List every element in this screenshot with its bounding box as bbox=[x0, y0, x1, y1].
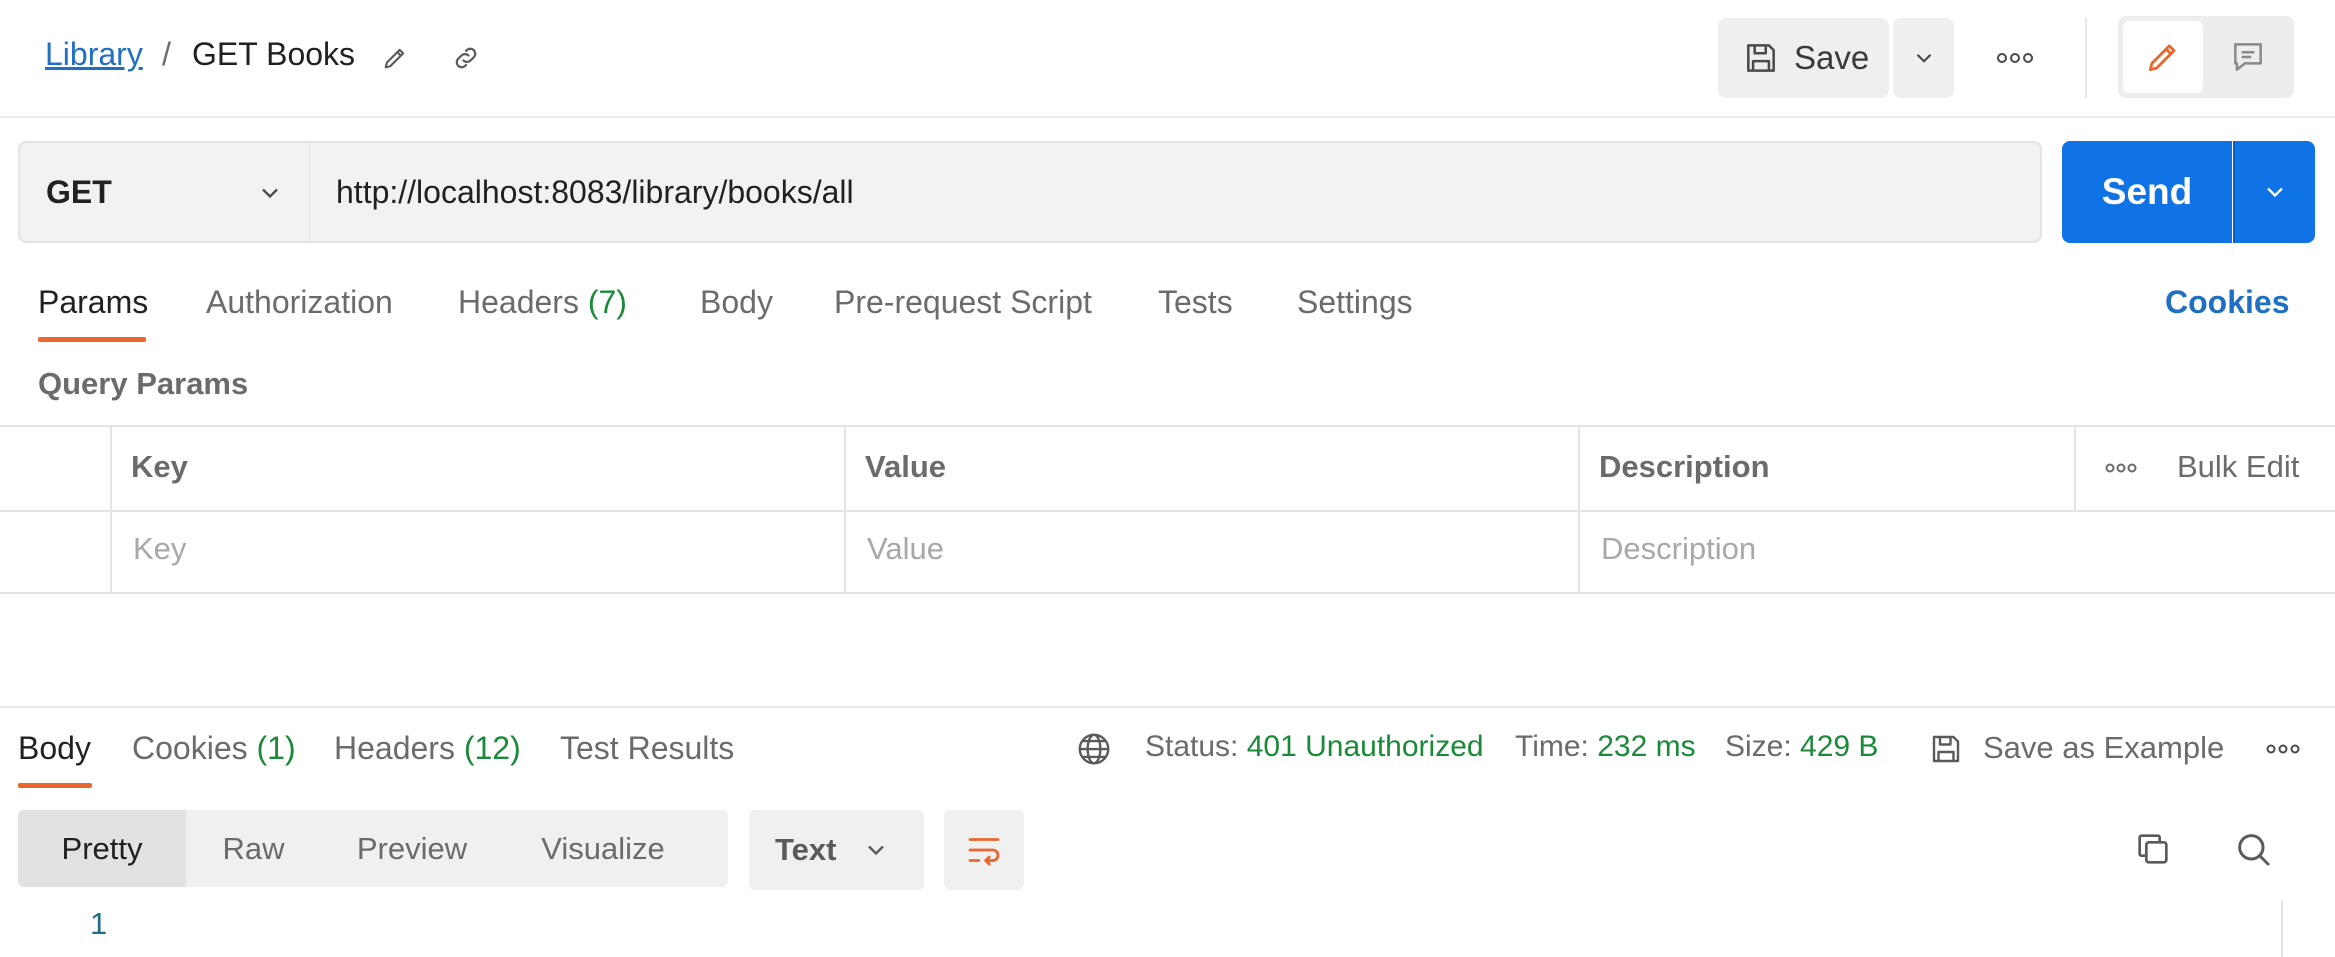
view-preview[interactable]: Preview bbox=[321, 810, 503, 887]
copy-icon bbox=[2138, 834, 2168, 864]
request-header: Library / GET Books Save bbox=[0, 0, 2335, 118]
wrap-lines-icon bbox=[968, 838, 1000, 866]
response-tab-cookies[interactable]: Cookies (1) bbox=[132, 730, 296, 767]
bulk-edit-link[interactable]: Bulk Edit bbox=[2177, 449, 2299, 485]
save-button[interactable]: Save bbox=[1718, 18, 1889, 98]
view-visualize[interactable]: Visualize bbox=[503, 810, 703, 887]
time-label: Time: bbox=[1515, 730, 1589, 763]
view-raw[interactable]: Raw bbox=[186, 810, 321, 887]
response-format-select[interactable]: Text bbox=[749, 810, 924, 890]
response-time: Time: 232 ms bbox=[1515, 730, 1696, 764]
save-example-icon[interactable] bbox=[1925, 728, 1967, 770]
edit-mode-icon bbox=[2148, 44, 2176, 72]
tab-authorization[interactable]: Authorization bbox=[206, 284, 393, 321]
table-column-divider bbox=[844, 427, 846, 594]
chevron-down-icon bbox=[2267, 187, 2283, 198]
search-response-button[interactable] bbox=[2230, 826, 2276, 872]
more-icon bbox=[1997, 53, 2033, 63]
table-column-divider bbox=[2074, 427, 2076, 510]
link-icon[interactable] bbox=[446, 38, 486, 78]
size-label: Size: bbox=[1725, 730, 1792, 763]
view-pretty[interactable]: Pretty bbox=[18, 810, 186, 887]
copy-response-button[interactable] bbox=[2130, 826, 2176, 872]
response-size: Size: 429 B bbox=[1725, 730, 1878, 764]
status-label: Status: bbox=[1145, 730, 1239, 763]
query-params-table: Key Value Description Bulk Edit Key Valu… bbox=[0, 425, 2335, 594]
line-number: 1 bbox=[90, 906, 108, 941]
table-row-divider bbox=[0, 510, 2335, 512]
column-options-button[interactable] bbox=[2100, 453, 2142, 483]
response-tab-headers-label: Headers bbox=[334, 730, 455, 766]
tab-params[interactable]: Params bbox=[38, 284, 148, 321]
editor-scrollbar-edge bbox=[2281, 900, 2283, 957]
tab-tests[interactable]: Tests bbox=[1158, 284, 1233, 321]
request-name[interactable]: GET Books bbox=[192, 36, 355, 73]
column-header-description: Description bbox=[1599, 449, 1770, 484]
network-globe-icon[interactable] bbox=[1073, 728, 1115, 770]
size-value[interactable]: 429 B bbox=[1800, 730, 1878, 763]
active-tab-indicator bbox=[38, 337, 146, 342]
send-label: Send bbox=[2101, 171, 2193, 212]
http-method-select[interactable]: GET bbox=[18, 141, 310, 243]
tab-headers-label: Headers bbox=[458, 284, 579, 320]
param-key-input[interactable]: Key bbox=[133, 531, 186, 567]
url-input[interactable]: http://localhost:8083/library/books/all bbox=[310, 141, 2042, 243]
more-icon bbox=[2266, 744, 2300, 754]
response-more-button[interactable] bbox=[2262, 736, 2304, 762]
time-value[interactable]: 232 ms bbox=[1597, 730, 1695, 763]
headers-count-badge: (7) bbox=[587, 284, 627, 320]
save-label: Save bbox=[1794, 39, 1870, 76]
response-divider bbox=[0, 706, 2335, 708]
breadcrumb-separator: / bbox=[162, 36, 171, 72]
column-header-key: Key bbox=[131, 449, 188, 484]
response-tab-body[interactable]: Body bbox=[18, 730, 91, 767]
word-wrap-button[interactable] bbox=[944, 810, 1024, 890]
chevron-down-icon bbox=[868, 845, 885, 856]
response-tab-test-results[interactable]: Test Results bbox=[560, 730, 734, 767]
tab-settings[interactable]: Settings bbox=[1297, 284, 1413, 321]
more-icon bbox=[2105, 463, 2137, 473]
search-icon bbox=[2238, 834, 2270, 866]
tab-headers[interactable]: Headers (7) bbox=[458, 284, 627, 321]
breadcrumb-collection-link[interactable]: Library bbox=[45, 36, 143, 73]
response-tab-cookies-label: Cookies bbox=[132, 730, 248, 766]
url-value: http://localhost:8083/library/books/all bbox=[336, 173, 854, 210]
query-params-heading: Query Params bbox=[38, 366, 249, 401]
response-tab-headers[interactable]: Headers (12) bbox=[334, 730, 521, 767]
http-method-value: GET bbox=[46, 173, 112, 210]
cookies-count-badge: (1) bbox=[256, 730, 296, 766]
more-actions-button[interactable] bbox=[1990, 38, 2040, 78]
header-divider bbox=[2085, 18, 2087, 98]
comments-button[interactable] bbox=[2208, 21, 2288, 93]
mode-toggle-group bbox=[2118, 16, 2294, 98]
save-icon bbox=[1747, 44, 1775, 72]
send-button[interactable]: Send bbox=[2062, 141, 2232, 243]
response-headers-count-badge: (12) bbox=[463, 730, 521, 766]
response-status: Status: 401 Unauthorized bbox=[1145, 730, 1484, 764]
send-options-dropdown[interactable] bbox=[2233, 141, 2315, 243]
status-value[interactable]: 401 Unauthorized bbox=[1247, 730, 1484, 763]
chevron-down-icon bbox=[1916, 53, 1931, 63]
table-column-divider bbox=[1578, 427, 1580, 594]
table-column-divider bbox=[110, 427, 112, 594]
response-view-toggle: Pretty Raw Preview Visualize bbox=[18, 810, 728, 887]
save-as-example-button[interactable]: Save as Example bbox=[1983, 730, 2224, 766]
cookies-link[interactable]: Cookies bbox=[2165, 284, 2289, 321]
param-value-input[interactable]: Value bbox=[867, 531, 944, 567]
column-header-value: Value bbox=[865, 449, 946, 484]
active-response-tab-indicator bbox=[18, 783, 92, 788]
param-description-input[interactable]: Description bbox=[1601, 531, 1756, 567]
edit-mode-button[interactable] bbox=[2123, 21, 2203, 93]
chevron-down-icon bbox=[262, 188, 278, 199]
tab-pre-request-script[interactable]: Pre-request Script bbox=[834, 284, 1092, 321]
tab-body[interactable]: Body bbox=[700, 284, 773, 321]
save-options-dropdown[interactable] bbox=[1893, 18, 1954, 98]
rename-pencil-icon[interactable] bbox=[375, 38, 415, 78]
comment-icon bbox=[2234, 43, 2262, 71]
format-value: Text bbox=[775, 832, 837, 867]
